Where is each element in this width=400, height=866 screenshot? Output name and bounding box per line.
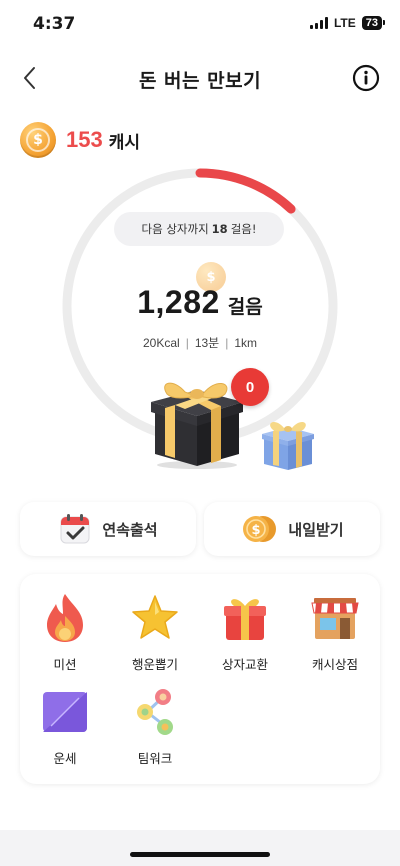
activity-stats: 20Kcal | 13분 | 1km [58, 334, 342, 351]
menu-label: 팀워크 [137, 751, 173, 766]
menu-item-box-exchange[interactable]: 상자교환 [200, 592, 290, 673]
fortune-card-icon [39, 686, 91, 738]
menu-label: 행운뽑기 [131, 657, 178, 672]
svg-text:$: $ [252, 523, 261, 538]
stat-separator: | [185, 336, 189, 350]
cash-balance[interactable]: $ 153 캐시 [20, 122, 140, 158]
cash-amount: 153 [66, 127, 103, 152]
menu-label: 상자교환 [221, 657, 268, 672]
stat-minutes: 13분 [194, 336, 220, 350]
menu-label: 캐시상점 [311, 657, 358, 672]
receive-tomorrow-button[interactable]: $ 내일받기 [204, 502, 380, 556]
team-network-icon [129, 686, 181, 738]
home-indicator [130, 852, 270, 857]
app-header: 돈 버는 만보기 [0, 46, 400, 110]
next-box-steps: 18 [211, 222, 228, 236]
menu-item-mission[interactable]: 미션 [20, 592, 110, 673]
menu-item-fortune[interactable]: 운세 [20, 686, 110, 767]
step-count: 1,282 걸음 [58, 284, 342, 321]
main-content: $ 153 캐시 다음 상자까지 18 걸음! $ 1,282 걸음 20Kca… [0, 110, 400, 830]
cash-unit: 캐시 [108, 132, 140, 153]
next-box-suffix: 걸음! [230, 222, 257, 236]
menu-item-teamwork[interactable]: 팀워크 [110, 686, 200, 767]
status-bar: 4:37 LTE 73 [0, 0, 400, 46]
steps-unit: 걸음 [227, 296, 263, 318]
gift-count-badge: 0 [231, 368, 269, 406]
menu-label: 운세 [53, 751, 77, 766]
stat-distance: 1km [234, 336, 257, 350]
page-title: 돈 버는 만보기 [138, 70, 262, 92]
coin-icon: $ [20, 122, 56, 158]
info-icon [352, 64, 380, 92]
menu-label: 미션 [53, 657, 77, 672]
next-box-prefix: 다음 상자까지 [141, 222, 209, 236]
stat-kcal: 20Kcal [142, 336, 180, 350]
attendance-label: 연속출석 [102, 520, 158, 539]
store-icon [309, 592, 361, 644]
blue-gift-box-icon [262, 421, 314, 470]
menu-item-lucky-draw[interactable]: 행운뽑기 [110, 592, 200, 673]
battery-icon: 73 [361, 16, 386, 30]
bonus-gift-button[interactable] [258, 416, 318, 472]
feature-menu: 미션 행운뽑기 상자교환 캐시상점 운세 팀워크 [20, 574, 380, 784]
gift-box-icon [219, 592, 271, 644]
star-icon [129, 592, 181, 644]
steps-number: 1,282 [137, 284, 220, 320]
attendance-button[interactable]: 연속출석 [20, 502, 196, 556]
stat-separator: | [225, 336, 229, 350]
status-time: 4:37 [33, 14, 76, 34]
next-box-pill: 다음 상자까지 18 걸음! [114, 212, 284, 246]
info-button[interactable] [352, 64, 380, 92]
network-type: LTE [333, 16, 356, 30]
menu-item-cash-store[interactable]: 캐시상점 [290, 592, 380, 673]
receive-tomorrow-label: 내일받기 [288, 520, 344, 539]
signal-icon [309, 17, 328, 29]
calendar-check-icon [60, 514, 90, 544]
status-indicators: LTE 73 [309, 16, 386, 30]
flame-icon [39, 592, 91, 644]
coin-stack-icon: $ [243, 516, 277, 542]
